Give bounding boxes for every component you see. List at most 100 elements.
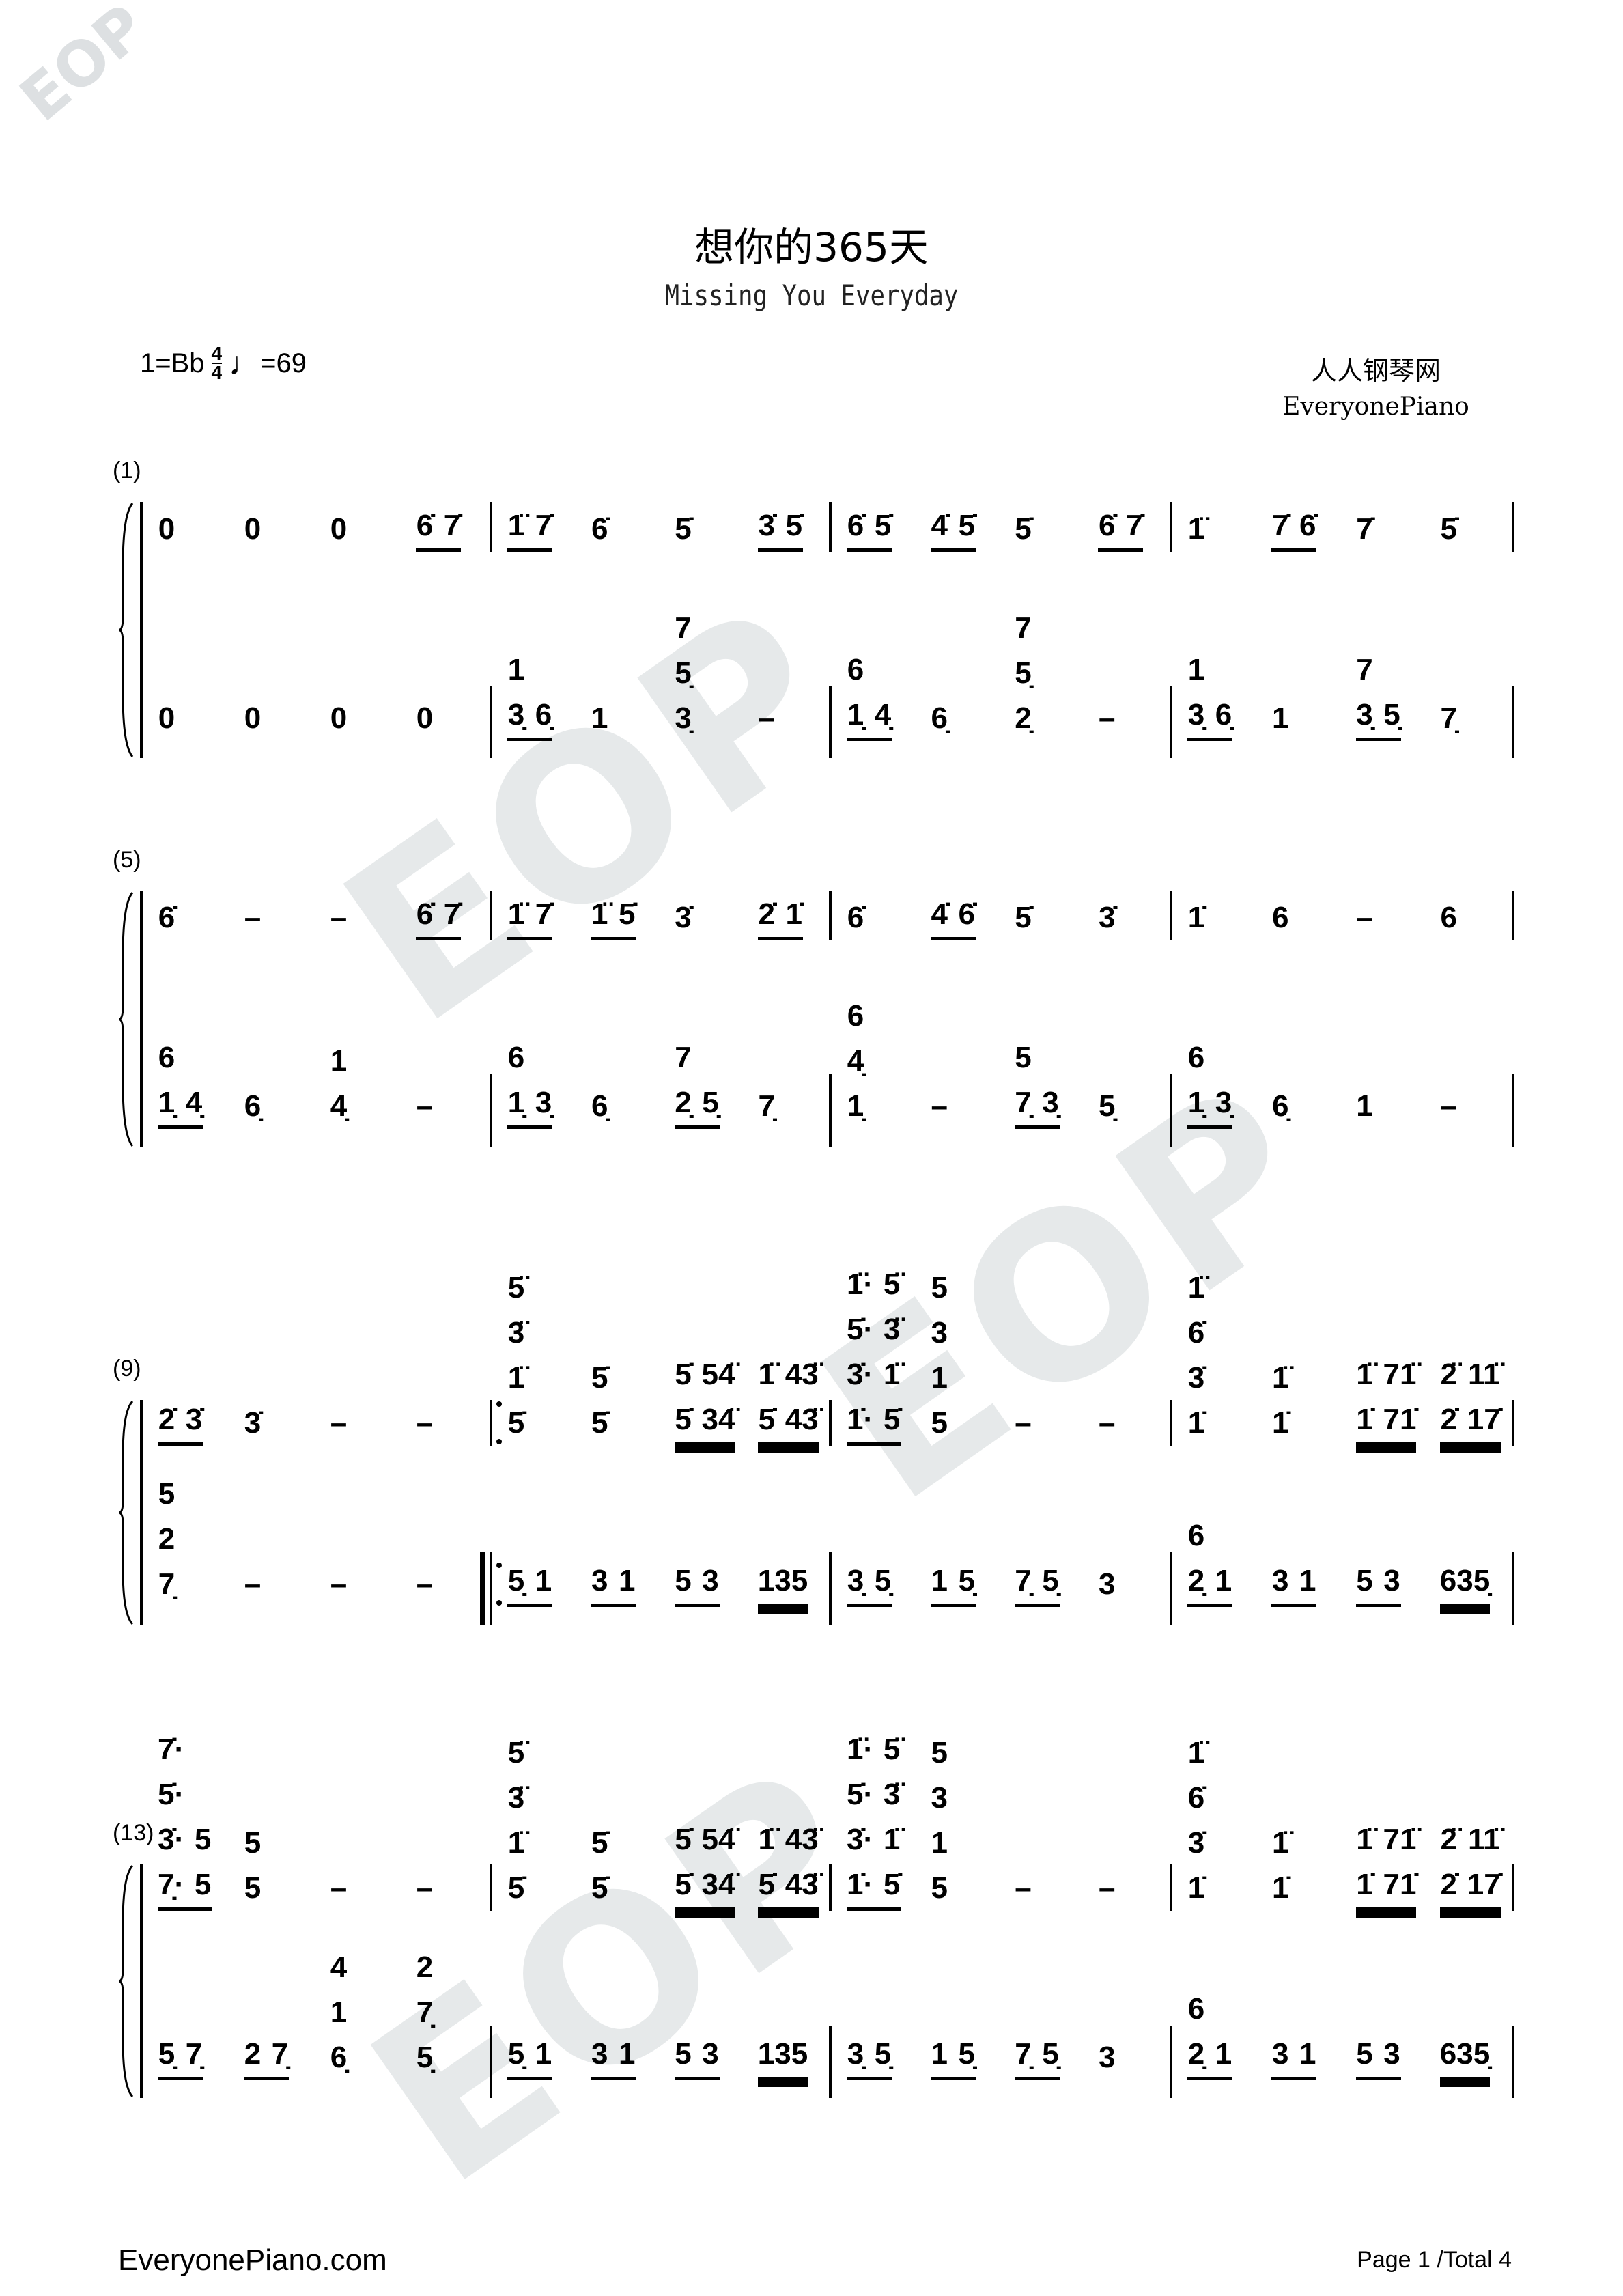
barline (1512, 502, 1514, 552)
beat-group: – (401, 1562, 487, 1607)
left-hand-measure: 5 2 7̣ – – – (143, 1320, 487, 1607)
note-event: 5 7̣ (1015, 1035, 1032, 1125)
left-hand-measure: 6 1̣ 4̣ 6̣ 1 4̣ – (143, 842, 487, 1129)
note-event: – (1440, 1084, 1458, 1129)
beamed-notes: 6 1̣ 4̣ (158, 1035, 203, 1129)
note-event: 3 (1098, 2035, 1116, 2080)
note-event: 6 1̣ (507, 1035, 525, 1125)
beat-group: 6̣ (229, 1084, 315, 1129)
beat-group: – (315, 1562, 401, 1607)
brace (118, 1400, 134, 1625)
left-hand-measure: 3̣ 5̣ 1 5̣ 7̣ 5̣ 3 (832, 1320, 1167, 1607)
note: 1 (931, 1564, 948, 1597)
note-event: 1 (931, 2032, 948, 2077)
footer-site[interactable]: EveryonePiano.com (118, 2243, 387, 2278)
note: 1 (619, 1564, 636, 1597)
left-hand-measure: 5̣ 1 3 1 5 3 135 (492, 1793, 826, 2080)
note: 3 (702, 1564, 719, 1597)
note: 1 (619, 2037, 636, 2071)
note: 4 (330, 1950, 348, 1984)
note: 2̣ (1187, 1564, 1205, 1597)
note: 4̣ (185, 1086, 203, 1119)
left-hand-measure: 6 2̣ 1 3 1 5 3 635̣ (1172, 1320, 1509, 1607)
beamed-notes: 53 (674, 1558, 720, 1607)
note: 5̈ (507, 1736, 525, 1769)
note-event: – (330, 1562, 348, 1607)
beat-group: 6̣ (576, 1084, 659, 1129)
note-event: 6̣ (591, 1084, 608, 1129)
beat-group: 635̣ (1425, 2032, 1509, 2080)
left-hand-measure: 3̣ 5̣ 1 5̣ 7̣ 5̣ 3 (832, 1793, 1167, 2080)
note-event: 7̣ (758, 1084, 776, 1129)
note-event: 3 (702, 2032, 720, 2077)
note-event: 3̣ (847, 1558, 864, 1604)
beat-group: 3̣ 5̣ (832, 2032, 916, 2080)
note: – (416, 1567, 434, 1601)
note: 6̣ (330, 2041, 348, 2074)
note: – (1440, 1089, 1457, 1123)
note: 1 (1215, 2037, 1232, 2071)
note-event: 5 (675, 1558, 692, 1604)
barline (1512, 1552, 1514, 1625)
note-event: 3 (1271, 1558, 1289, 1604)
note-event: 1 (931, 1558, 948, 1604)
beat-group: 1 5̣ (916, 2032, 1000, 2080)
note-event: 3̣ (1042, 1080, 1060, 1125)
note-event: 5̣ (874, 2032, 892, 2077)
note: 3 (1272, 2037, 1289, 2071)
note-event: 3̣ (535, 1080, 552, 1125)
brace (118, 503, 134, 757)
beat-group: 53 (1341, 2032, 1425, 2080)
note-event: 6 1̣ (1187, 1035, 1205, 1125)
note: 1 (1215, 1564, 1232, 1597)
note: 7̣ (758, 1089, 775, 1123)
beamed-notes: 3̣ 5̣ (847, 1558, 892, 1607)
note: 7̣ (1015, 2037, 1032, 2071)
barline (1512, 2026, 1514, 2098)
measure-number: (1) (113, 458, 141, 484)
note: 3̣ (847, 2037, 864, 2071)
beamed-notes: 635̣ (1439, 1558, 1491, 1607)
beat-group: 135 (743, 1558, 826, 1607)
note: – (330, 1567, 348, 1601)
beat-group: 3 (1083, 1562, 1167, 1607)
beat-group: 6 4̣ 1̣ (832, 994, 916, 1129)
note: 5̣ (958, 1564, 975, 1597)
note: 1 (1299, 1564, 1316, 1597)
beamed-notes: 6 1̣ 3̣ (1187, 1035, 1232, 1129)
note-event: 5̣ (158, 2032, 175, 2077)
note: 5 (675, 2037, 692, 2071)
note: 5 (931, 1271, 948, 1304)
beat-group: 5̣ 1 (492, 2032, 576, 2080)
beamed-notes: 6 2̣ 1 (1187, 1987, 1232, 2080)
note: 3 (1272, 1564, 1289, 1597)
beat-group: 5 7̣ 3̣ (1000, 1035, 1084, 1129)
note: 5̣ (874, 1564, 892, 1597)
beamed-notes: 5̣ 1 (507, 1558, 552, 1607)
note-event: 7̣ (185, 2032, 203, 2077)
note: 2̣ (1187, 2037, 1205, 2071)
note: – (416, 1089, 434, 1123)
brace (118, 1864, 134, 2098)
beat-group: 635̣ (1425, 1558, 1509, 1607)
beat-group: 4 1 6̣ (315, 1945, 401, 2080)
note: 1̣ (1187, 1086, 1205, 1119)
beamed-notes: 53 (674, 2032, 720, 2080)
note-event: 3 (591, 1558, 608, 1604)
note-event: 1 (535, 1558, 552, 1604)
note: 5̣ (1099, 1089, 1116, 1123)
note-event: – (931, 1084, 948, 1129)
note-event: 4̣ (185, 1080, 203, 1125)
note: 3 (1099, 2041, 1116, 2074)
repeat-start-barline (480, 1552, 485, 1625)
beamed-notes: 31 (1271, 1558, 1317, 1607)
note-event: 1 (618, 2032, 636, 2077)
barline (1512, 891, 1514, 940)
note-event: 5 (1356, 1558, 1374, 1604)
note-event: 3 (1383, 1558, 1401, 1604)
beamed-notes: 31 (1271, 2032, 1317, 2080)
note: 7̣ (271, 2037, 289, 2071)
note: 7 (1015, 611, 1032, 645)
beamed-notes: 5̣ 1 (507, 2032, 552, 2080)
note: 3̣ (535, 1086, 552, 1119)
